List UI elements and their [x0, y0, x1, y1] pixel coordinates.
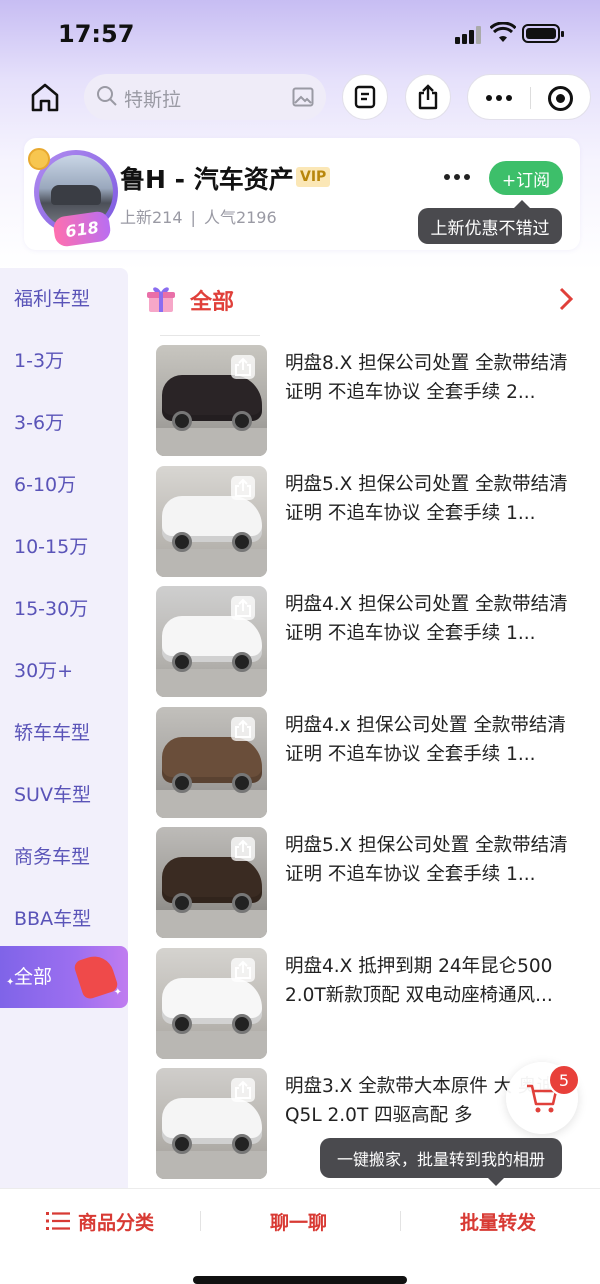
vip-badge: VIP — [296, 167, 331, 187]
share-icon[interactable] — [231, 837, 255, 861]
sidebar-item-bba[interactable]: BBA车型 — [0, 888, 128, 950]
notes-button[interactable] — [342, 74, 388, 120]
share-icon — [418, 84, 438, 110]
coin-icon — [28, 148, 50, 170]
store-avatar[interactable]: 618 — [28, 146, 124, 248]
section-header[interactable]: 全部 — [144, 282, 584, 316]
category-button-label: 商品分类 — [78, 1211, 155, 1234]
status-time: 17:57 — [58, 20, 135, 48]
share-icon[interactable] — [231, 475, 255, 500]
chevron-right-icon[interactable] — [558, 286, 574, 312]
search-input[interactable]: 特斯拉 — [84, 74, 326, 120]
product-item[interactable]: 明盘5.X 担保公司处置 全款带结清证明 不追车协议 全套手续 1... — [156, 465, 586, 578]
product-item[interactable]: 明盘4.X 担保公司处置 全款带结清证明 不追车协议 全套手续 1... — [156, 586, 586, 698]
document-icon — [354, 85, 376, 109]
sidebar-item-1-3w[interactable]: 1-3万 — [0, 330, 128, 392]
share-button[interactable] — [405, 74, 451, 120]
product-image[interactable] — [156, 586, 267, 697]
product-title: 明盘4.X 抵押到期 24年昆仑500 2.0T新款顶配 双电动座椅通风... — [285, 955, 553, 1006]
bottom-divider — [400, 1211, 401, 1231]
red-envelope-icon — [72, 951, 120, 1001]
product-title: 明盘4.x 担保公司处置 全款带结清证明 不追车协议 全套手续 1... — [285, 714, 566, 765]
batch-forward-tooltip: 一键搬家，批量转到我的相册 — [320, 1138, 562, 1186]
share-icon[interactable] — [231, 596, 255, 620]
product-image[interactable] — [156, 947, 267, 1059]
product-title: 明盘5.X 担保公司处置 全款带结清证明 不追车协议 全套手续 1... — [285, 835, 568, 885]
more-options-icon[interactable] — [486, 95, 514, 101]
product-item[interactable]: 明盘5.X 担保公司处置 全款带结清证明 不追车协议 全套手续 1... — [156, 827, 586, 939]
bottom-divider — [200, 1211, 201, 1231]
home-icon[interactable] — [28, 80, 62, 114]
product-image[interactable] — [156, 706, 267, 818]
status-bar: 17:57 — [0, 0, 600, 66]
bottom-action-bar: 商品分类 聊一聊 批量转发 — [0, 1188, 600, 1284]
section-title: 全部 — [190, 290, 235, 315]
search-placeholder: 特斯拉 — [124, 89, 182, 111]
product-image[interactable] — [156, 345, 267, 456]
promo-618-badge: 618 — [52, 210, 112, 248]
store-more-icon[interactable] — [444, 174, 470, 180]
popularity-count: 人气2196 — [203, 208, 277, 227]
sidebar-item-10-15w[interactable]: 10-15万 — [0, 516, 128, 578]
miniprogram-capsule — [467, 74, 591, 120]
batch-forward-button[interactable]: 批量转发 — [460, 1207, 536, 1235]
product-image[interactable] — [156, 1068, 267, 1179]
share-icon[interactable] — [231, 957, 255, 982]
share-icon[interactable] — [231, 1078, 255, 1102]
share-icon[interactable] — [231, 716, 255, 741]
product-image[interactable] — [156, 465, 267, 577]
sidebar-item-all-label: 全部 — [14, 966, 53, 988]
product-item[interactable]: 明盘4.x 担保公司处置 全款带结清证明 不追车协议 全套手续 1... — [156, 706, 586, 819]
cart-count-badge: 5 — [548, 1064, 580, 1096]
product-item[interactable]: 明盘8.X 担保公司处置 全款带结清证明 不追车协议 全套手续 2... — [156, 345, 586, 457]
sidebar-item-all[interactable]: 全部 ✦ ✦ — [0, 946, 128, 1008]
store-stats: 上新214 | 人气2196 — [120, 208, 277, 227]
sidebar-item-6-10w[interactable]: 6-10万 — [0, 454, 128, 516]
divider — [160, 335, 260, 336]
product-title: 明盘8.X 担保公司处置 全款带结清证明 不追车协议 全套手续 2... — [285, 353, 568, 403]
search-icon — [97, 86, 117, 106]
store-name: 鲁H - 汽车资产 — [120, 165, 294, 194]
close-miniprogram-icon[interactable] — [548, 86, 573, 111]
gift-icon — [147, 287, 175, 312]
sidebar-item-15-30w[interactable]: 15-30万 — [0, 578, 128, 640]
image-search-icon[interactable] — [292, 87, 314, 107]
list-icon — [46, 1212, 70, 1230]
signal-icon — [455, 26, 483, 44]
sidebar-item-sedan[interactable]: 轿车车型 — [0, 702, 128, 764]
wifi-icon — [490, 22, 516, 42]
nav-bar: 特斯拉 — [0, 74, 600, 120]
sidebar-item-30w-plus[interactable]: 30万+ — [0, 640, 128, 702]
product-item[interactable]: 明盘4.X 抵押到期 24年昆仑500 2.0T新款顶配 双电动座椅通风... — [156, 947, 586, 1060]
chat-button[interactable]: 聊一聊 — [270, 1207, 327, 1235]
battery-icon — [522, 24, 564, 43]
category-button[interactable]: 商品分类 — [46, 1207, 154, 1235]
sidebar-item-suv[interactable]: SUV车型 — [0, 764, 128, 826]
sidebar-item-business[interactable]: 商务车型 — [0, 826, 128, 888]
share-icon[interactable] — [231, 355, 255, 379]
subscribe-button[interactable]: +订阅 — [489, 161, 563, 195]
product-title: 明盘4.X 担保公司处置 全款带结清证明 不追车协议 全套手续 1... — [285, 594, 568, 644]
product-image[interactable] — [156, 827, 267, 938]
sidebar-item-3-6w[interactable]: 3-6万 — [0, 392, 128, 454]
new-items-count: 上新214 — [120, 208, 183, 227]
sidebar-item-welfare[interactable]: 福利车型 — [0, 268, 128, 330]
subscribe-tooltip: 上新优惠不错过 — [418, 200, 562, 244]
product-title: 明盘5.X 担保公司处置 全款带结清证明 不追车协议 全套手续 1... — [285, 473, 568, 524]
category-sidebar: 福利车型 1-3万 3-6万 6-10万 10-15万 15-30万 30万+ … — [0, 268, 128, 1188]
home-indicator — [193, 1276, 407, 1284]
